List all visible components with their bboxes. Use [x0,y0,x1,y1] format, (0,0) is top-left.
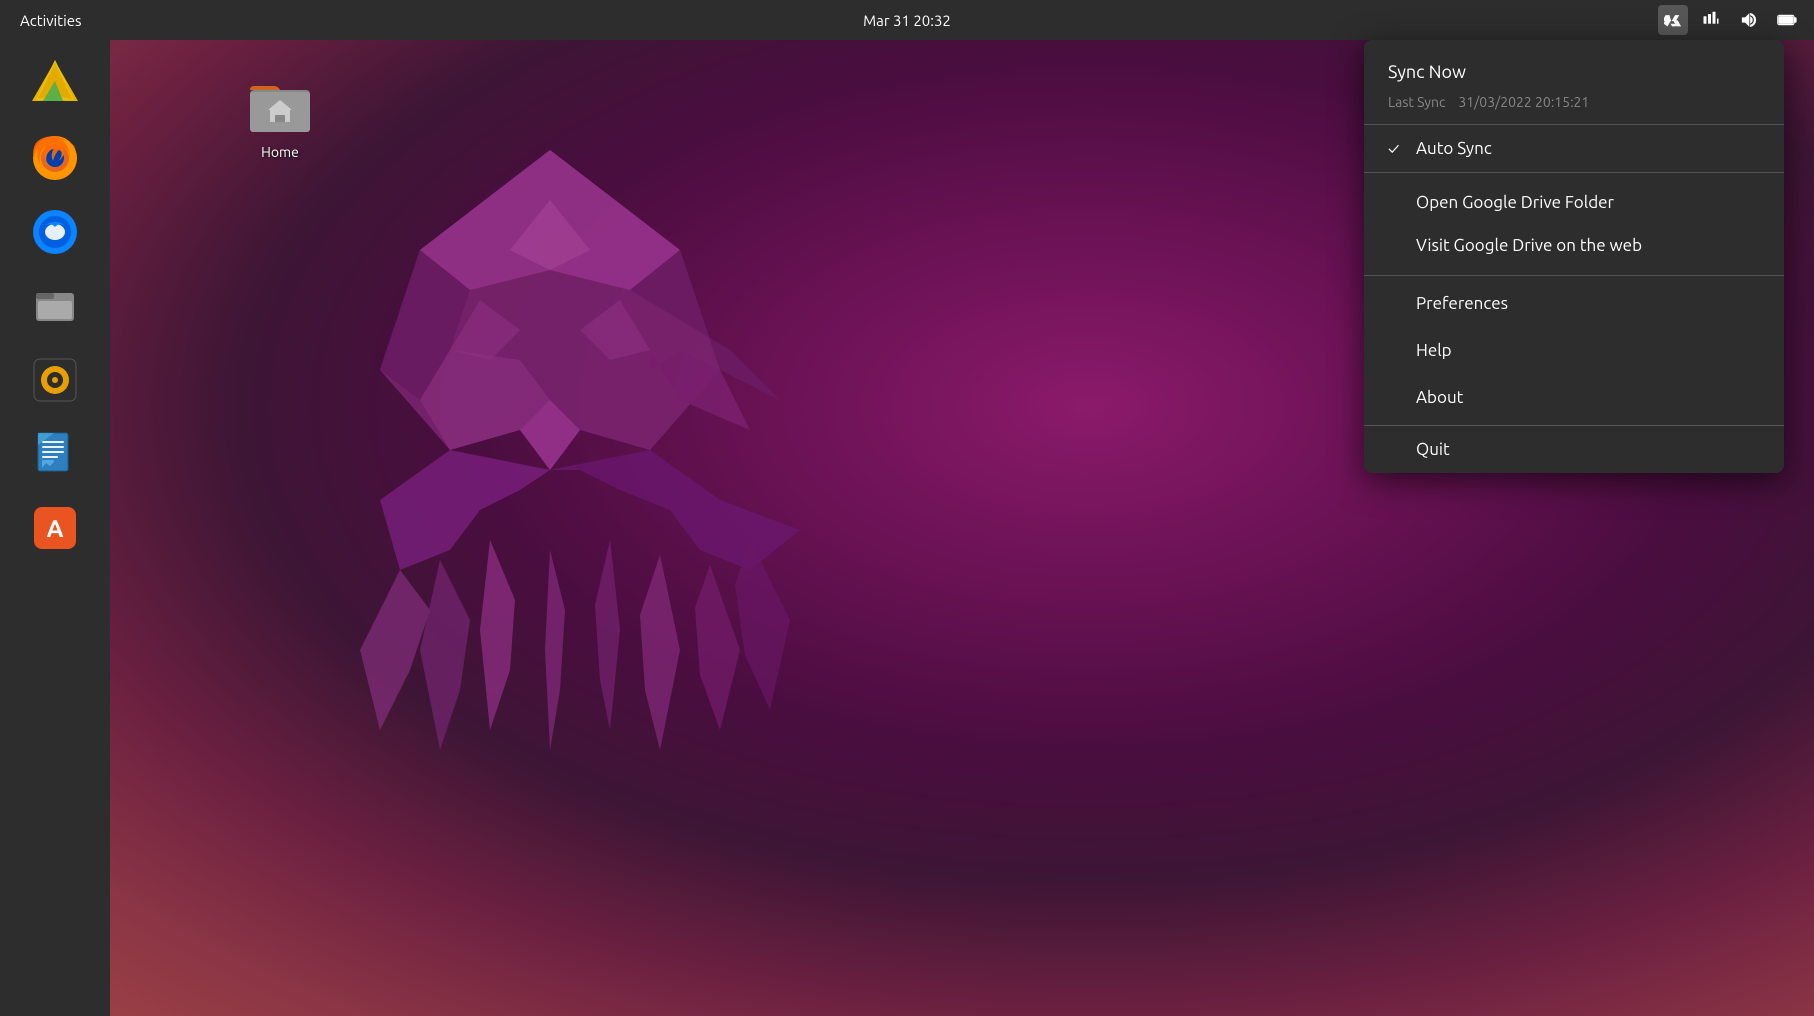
topbar-right [1658,5,1802,35]
topbar-left: Activities [12,8,90,33]
battery-icon[interactable] [1772,5,1802,35]
menu-section-sync: Sync Now Last Sync 31/03/2022 20:15:21 [1364,40,1784,124]
about-label: About [1416,388,1463,407]
context-menu: Sync Now Last Sync 31/03/2022 20:15:21 ✓… [1364,40,1784,473]
visit-web-label: Visit Google Drive on the web [1416,236,1642,255]
network-icon[interactable] [1696,5,1726,35]
help-item[interactable]: ✓ Help [1364,327,1784,374]
about-item[interactable]: ✓ About [1364,374,1784,421]
last-sync-value: 31/03/2022 20:15:21 [1458,94,1589,110]
preferences-item[interactable]: ✓ Preferences [1364,280,1784,327]
dock-item-thunderbird[interactable] [21,198,89,266]
menu-section-links: ✓ Open Google Drive Folder ✓ Visit Googl… [1364,173,1784,275]
home-folder-icon[interactable]: Home [230,70,330,160]
auto-sync-item[interactable]: ✓ Auto Sync [1364,125,1784,172]
sync-now-button[interactable]: Sync Now [1388,58,1760,86]
visit-web-item[interactable]: ✓ Visit Google Drive on the web [1364,224,1784,267]
dock-item-writer[interactable] [21,420,89,488]
google-drive-tray-icon[interactable] [1658,5,1688,35]
volume-icon[interactable] [1734,5,1764,35]
auto-sync-label: Auto Sync [1416,139,1492,158]
open-folder-item[interactable]: ✓ Open Google Drive Folder [1364,181,1784,224]
menu-section-bottom: ✓ Preferences ✓ Help ✓ About [1364,276,1784,425]
dock-item-firefox[interactable] [21,124,89,192]
topbar-datetime: Mar 31 20:32 [863,12,951,29]
last-sync-info: Last Sync 31/03/2022 20:15:21 [1388,94,1760,110]
dock-item-rhythmbox[interactable] [21,346,89,414]
auto-sync-checkmark: ✓ [1388,140,1406,158]
quit-item[interactable]: ✓ Quit [1364,426,1784,473]
dock-item-software-center[interactable]: A [21,494,89,562]
last-sync-prefix: Last Sync [1388,94,1446,110]
svg-text:A: A [47,515,64,542]
dock-item-files[interactable] [21,272,89,340]
activities-button[interactable]: Activities [12,8,90,33]
help-label: Help [1416,341,1452,360]
quit-label: Quit [1416,440,1450,459]
topbar: Activities Mar 31 20:32 [0,0,1814,40]
open-folder-label: Open Google Drive Folder [1416,193,1614,212]
home-folder-label: Home [261,144,299,160]
dock: A [0,40,110,1016]
preferences-label: Preferences [1416,294,1508,313]
dock-item-ark[interactable] [21,50,89,118]
